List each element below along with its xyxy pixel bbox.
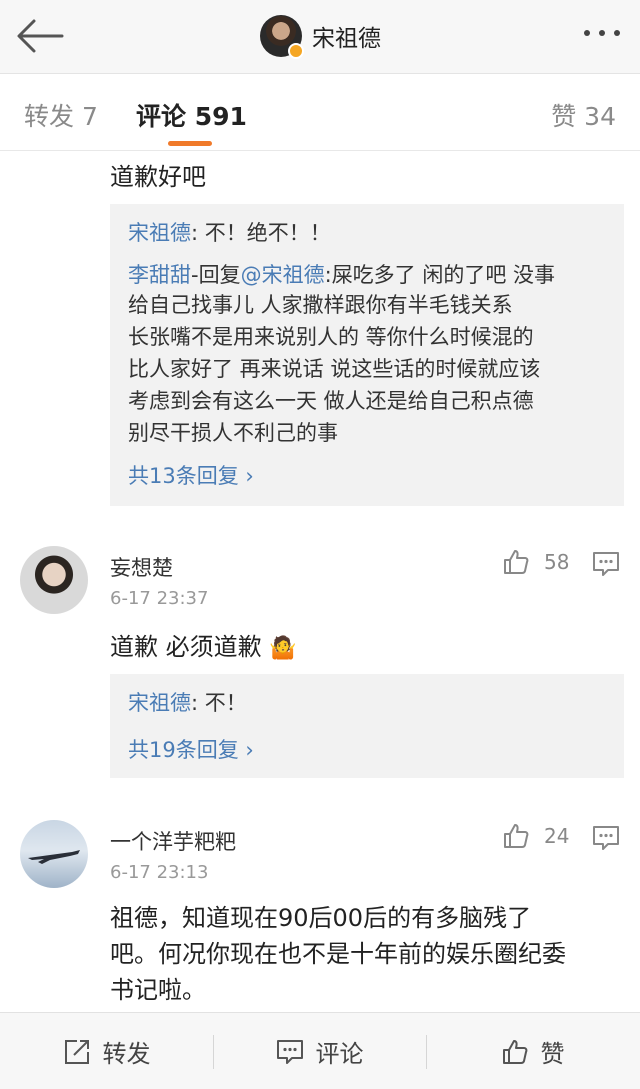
reply-author-link[interactable]: 宋祖德 bbox=[128, 221, 191, 245]
shrug-emoji-icon: 🤷 bbox=[269, 636, 297, 661]
like-action-button[interactable]: 赞 bbox=[426, 1013, 639, 1089]
reply-text: 给自己找事儿 人家撒样跟你有半毛钱关系 bbox=[128, 293, 513, 317]
like-count: 58 bbox=[544, 550, 570, 574]
timestamp: 6-17 23:37 bbox=[110, 588, 209, 609]
comment-icon[interactable] bbox=[592, 825, 620, 851]
header-profile[interactable]: 宋祖德 bbox=[260, 12, 381, 60]
reply-text: :屎吃多了 闲的了吧 没事 bbox=[324, 263, 556, 287]
top-navigation-bar: 宋祖德 bbox=[0, 0, 640, 74]
thumbs-up-icon bbox=[502, 1039, 527, 1064]
reply-item: 宋祖德: 不！ bbox=[128, 688, 247, 718]
comment-text: 道歉好吧 bbox=[110, 163, 206, 191]
reply-text: 考虑到会有这么一天 做人还是给自己积点德 bbox=[128, 389, 534, 413]
avatar[interactable] bbox=[260, 15, 304, 59]
back-arrow-icon[interactable] bbox=[16, 18, 64, 54]
comment-button[interactable]: 评论 bbox=[213, 1013, 426, 1089]
like-button[interactable]: 24 bbox=[502, 822, 569, 850]
reply-text: -回复 bbox=[191, 263, 241, 287]
mention-link[interactable]: @宋祖德 bbox=[241, 263, 325, 287]
reply-box[interactable]: 宋祖德: 不！绝不！！ 李甜甜-回复@宋祖德:屎吃多了 闲的了吧 没事 给自己找… bbox=[110, 204, 624, 506]
comment-text: 祖德，知道现在90后00后的有多脑残了 吧。何况你现在也不是十年前的娱乐圈纪委 … bbox=[110, 900, 566, 1008]
username[interactable]: 一个洋芋粑粑 bbox=[110, 826, 236, 856]
reply-item: 宋祖德: 不！绝不！！ bbox=[128, 218, 331, 248]
more-replies-link[interactable]: 共13条回复 › bbox=[128, 460, 254, 490]
active-tab-indicator bbox=[168, 141, 212, 146]
bottom-action-bar: 转发 评论 赞 bbox=[0, 1012, 640, 1089]
repost-icon bbox=[64, 1039, 89, 1064]
more-dots-icon[interactable] bbox=[584, 30, 620, 36]
reply-text: : 不！绝不！！ bbox=[191, 221, 331, 245]
comment-icon[interactable] bbox=[592, 551, 620, 577]
like-button[interactable]: 58 bbox=[502, 548, 569, 576]
username[interactable]: 妄想楚 bbox=[110, 552, 173, 582]
repost-label: 转发 bbox=[102, 1040, 151, 1068]
reply-text: 比人家好了 再来说话 说这些话的时候就应该 bbox=[128, 357, 541, 381]
reply-text: 别尽干损人不利己的事 bbox=[128, 421, 338, 445]
avatar[interactable] bbox=[20, 820, 88, 888]
reply-text: 长张嘴不是用来说别人的 等你什么时候混的 bbox=[128, 325, 534, 349]
repost-button[interactable]: 转发 bbox=[0, 1013, 213, 1089]
comment-label: 评论 bbox=[315, 1040, 364, 1068]
thumbs-up-icon bbox=[504, 550, 529, 574]
comment-line: 吧。何况你现在也不是十年前的娱乐圈纪委 bbox=[110, 940, 566, 968]
airplane-icon bbox=[28, 850, 80, 864]
reply-author-link[interactable]: 宋祖德 bbox=[128, 691, 191, 715]
reply-author-link[interactable]: 李甜甜 bbox=[128, 263, 191, 287]
comment-text-body: 道歉 必须道歉 bbox=[110, 633, 262, 661]
comment-text: 道歉 必须道歉 🤷 bbox=[110, 630, 297, 666]
tab-comments[interactable]: 评论 591 bbox=[136, 97, 247, 133]
verified-badge-icon bbox=[288, 43, 304, 59]
avatar[interactable] bbox=[20, 546, 88, 614]
reply-item: 李甜甜-回复@宋祖德:屎吃多了 闲的了吧 没事 bbox=[128, 260, 555, 290]
tab-repost[interactable]: 转发 7 bbox=[24, 97, 98, 133]
tab-bar: 转发 7 评论 591 赞 34 bbox=[0, 75, 640, 151]
tab-likes[interactable]: 赞 34 bbox=[551, 97, 616, 133]
more-replies-link[interactable]: 共19条回复 › bbox=[128, 734, 254, 764]
thumbs-up-icon bbox=[504, 824, 529, 848]
comment-line: 书记啦。 bbox=[110, 976, 206, 1004]
reply-text: : 不！ bbox=[191, 691, 247, 715]
comment-line: 祖德，知道现在90后00后的有多脑残了 bbox=[110, 904, 532, 932]
reply-box[interactable]: 宋祖德: 不！ 共19条回复 › bbox=[110, 674, 624, 778]
comment-icon bbox=[276, 1039, 303, 1064]
timestamp: 6-17 23:13 bbox=[110, 862, 209, 883]
like-count: 24 bbox=[544, 824, 570, 848]
like-label: 赞 bbox=[540, 1040, 565, 1068]
page-title: 宋祖德 bbox=[312, 26, 381, 52]
